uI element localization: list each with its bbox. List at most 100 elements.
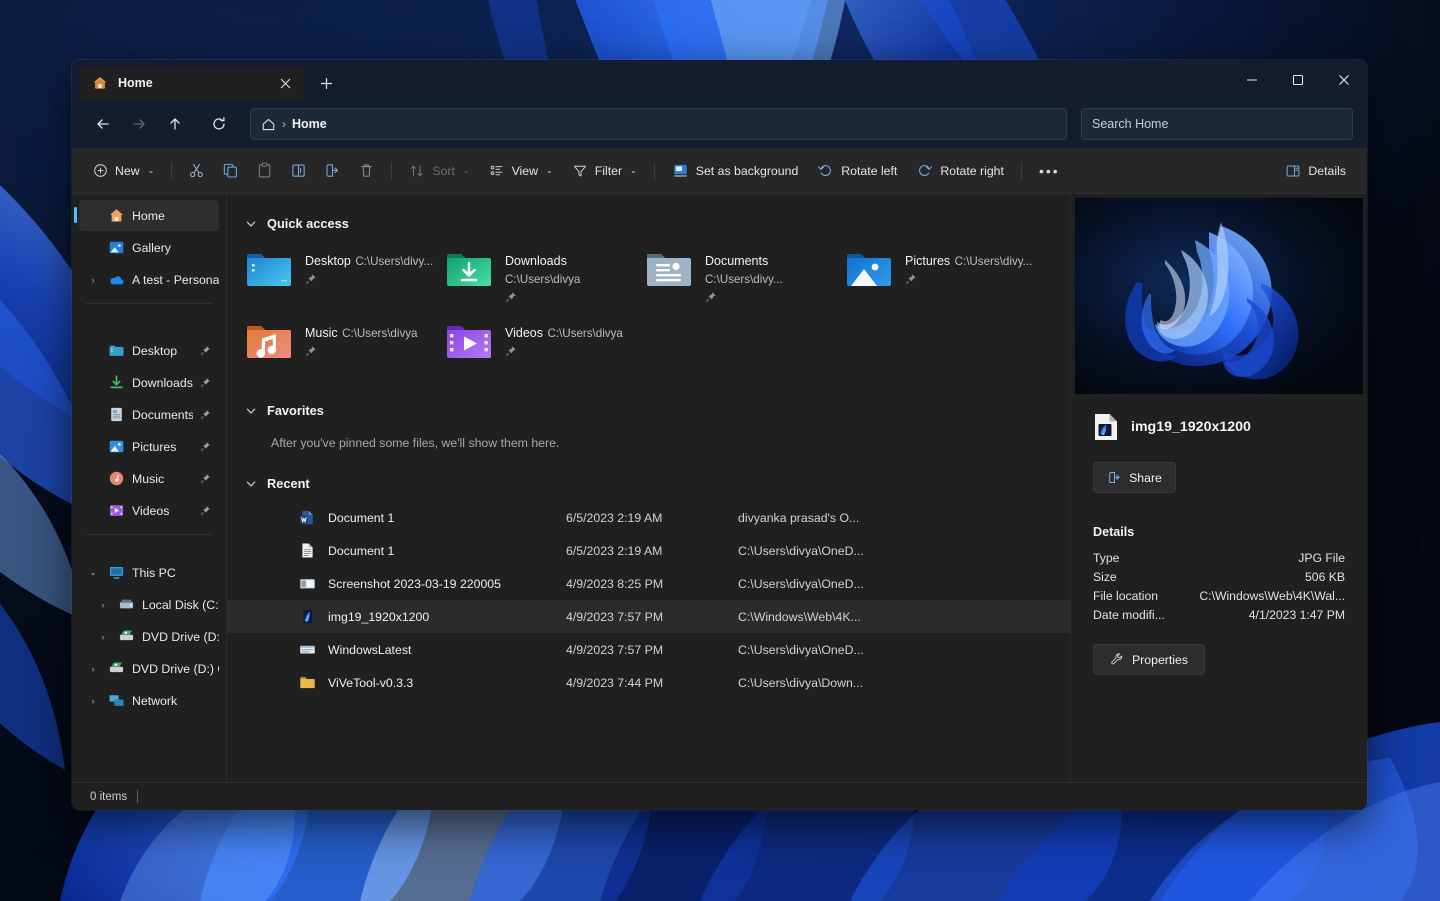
rotate-right-button[interactable]: Rotate right (907, 155, 1013, 187)
pin-icon[interactable] (200, 473, 211, 484)
home-icon (92, 75, 108, 91)
toolbar-divider-4 (1021, 162, 1022, 180)
sidebar-item-network[interactable]: › Network (79, 685, 219, 716)
image-file-icon (1093, 412, 1119, 442)
properties-button[interactable]: Properties (1093, 644, 1205, 675)
search-box[interactable] (1081, 108, 1353, 140)
sidebar-item-onedrive[interactable]: › A test - Personal (79, 264, 219, 295)
chevron-right-icon[interactable]: › (85, 275, 101, 285)
sidebar-item-label: DVD Drive (D:) CC (142, 630, 219, 644)
quick-access-item-music[interactable]: Music C:\Users\divya (245, 315, 445, 379)
rename-button[interactable] (282, 155, 315, 187)
filter-button[interactable]: Filter ⌄ (563, 155, 646, 187)
sort-button[interactable]: Sort ⌄ (400, 155, 478, 187)
search-input[interactable] (1092, 117, 1342, 131)
close-window-button[interactable] (1321, 60, 1367, 100)
refresh-icon[interactable] (202, 108, 236, 140)
sidebar-item-gallery[interactable]: Gallery (79, 232, 219, 263)
file-date: 4/9/2023 7:57 PM (566, 610, 738, 624)
chevron-down-icon[interactable] (245, 218, 257, 230)
pin-icon[interactable] (200, 345, 211, 356)
pin-icon[interactable] (200, 409, 211, 420)
delete-button[interactable] (350, 155, 383, 187)
pin-icon[interactable] (200, 377, 211, 388)
table-row[interactable]: WindowsLatest 4/9/2023 7:57 PM C:\Users\… (227, 633, 1070, 666)
recent-header[interactable]: Recent (227, 464, 1070, 499)
chevron-down-icon[interactable] (245, 478, 257, 490)
sidebar-item-this-pc[interactable]: ⌄ This PC (79, 557, 219, 588)
file-name: Document 1 (328, 511, 566, 525)
set-as-background-button[interactable]: Set as background (663, 155, 808, 187)
new-tab-button[interactable] (311, 68, 341, 98)
sidebar-item-videos[interactable]: Videos (79, 495, 219, 526)
chevron-right-icon[interactable]: › (95, 632, 111, 642)
rotate-left-button[interactable]: Rotate left (808, 155, 906, 187)
close-tab-icon[interactable] (273, 71, 297, 95)
cut-button[interactable] (180, 155, 213, 187)
new-button[interactable]: New ⌄ (84, 155, 163, 187)
forward-arrow-icon[interactable] (122, 108, 156, 140)
up-arrow-icon[interactable] (158, 108, 192, 140)
details-row: Date modifi... 4/1/2023 1:47 PM (1093, 608, 1345, 622)
quick-access-item-documents[interactable]: Documents C:\Users\divy... (645, 243, 845, 307)
pin-icon[interactable] (305, 273, 433, 285)
table-row[interactable]: Screenshot 2023-03-19 220005 4/9/2023 8:… (227, 567, 1070, 600)
sidebar-item-home[interactable]: Home (79, 200, 219, 231)
pin-icon[interactable] (305, 345, 418, 357)
chevron-right-icon[interactable]: › (85, 696, 101, 706)
quick-access-meta: Music C:\Users\divya (305, 321, 418, 357)
sidebar-item-dvd-drive-cc[interactable]: › DVD Drive (D:) CC (79, 621, 219, 652)
chevron-right-icon[interactable]: › (85, 664, 101, 674)
toolbar-divider-2 (391, 162, 392, 180)
more-options-button[interactable]: ••• (1030, 155, 1069, 187)
sidebar-item-music[interactable]: Music (79, 463, 219, 494)
table-row[interactable]: ViVeTool-v0.3.3 4/9/2023 7:44 PM C:\User… (227, 666, 1070, 699)
pin-icon[interactable] (505, 345, 623, 357)
pin-icon[interactable] (200, 505, 211, 516)
paste-button[interactable] (248, 155, 281, 187)
pin-icon[interactable] (705, 291, 845, 303)
sidebar-item-local-disk-c[interactable]: › Local Disk (C:) (79, 589, 219, 620)
quick-access-item-pictures[interactable]: Pictures C:\Users\divy... (845, 243, 1045, 307)
sidebar-item-label: DVD Drive (D:) CCC (132, 662, 219, 676)
pictures-icon (108, 438, 125, 455)
quick-access-item-videos[interactable]: Videos C:\Users\divya (445, 315, 645, 379)
window-body: Home Gallery › A test - Personal (72, 194, 1367, 782)
minimize-button[interactable] (1229, 60, 1275, 100)
table-row[interactable]: Document 1 6/5/2023 2:19 AM divyanka pra… (227, 501, 1070, 534)
quick-access-item-desktop[interactable]: Desktop C:\Users\divy... (245, 243, 445, 307)
table-row[interactable]: img19_1920x1200 4/9/2023 7:57 PM C:\Wind… (227, 600, 1070, 633)
details-file-name: img19_1920x1200 (1131, 419, 1251, 435)
details-row: Size 506 KB (1093, 570, 1345, 584)
pin-icon[interactable] (505, 291, 645, 303)
share-button[interactable]: Share (1093, 462, 1176, 493)
pin-icon[interactable] (905, 273, 1032, 285)
quick-access-item-downloads[interactable]: Downloads C:\Users\divya (445, 243, 645, 307)
quick-access-name: Desktop (305, 254, 351, 268)
chevron-right-icon[interactable]: › (95, 600, 111, 610)
chevron-down-icon[interactable]: ⌄ (85, 567, 101, 578)
filter-button-label: Filter (595, 164, 622, 178)
sidebar-item-desktop[interactable]: Desktop (79, 335, 219, 366)
maximize-button[interactable] (1275, 60, 1321, 100)
sidebar-item-downloads[interactable]: Downloads (79, 367, 219, 398)
pin-icon[interactable] (200, 441, 211, 452)
details-value: 4/1/2023 1:47 PM (1249, 608, 1345, 622)
status-bar: 0 items (72, 782, 1367, 810)
breadcrumb-home-icon[interactable] (261, 117, 276, 132)
table-row[interactable]: Document 1 6/5/2023 2:19 AM C:\Users\div… (227, 534, 1070, 567)
quick-access-header[interactable]: Quick access (227, 208, 1070, 239)
sidebar-item-documents[interactable]: Documents (79, 399, 219, 430)
view-button[interactable]: View ⌄ (480, 155, 562, 187)
back-arrow-icon[interactable] (86, 108, 120, 140)
sidebar-item-pictures[interactable]: Pictures (79, 431, 219, 462)
copy-button[interactable] (214, 155, 247, 187)
tab-home[interactable]: Home (80, 66, 305, 100)
breadcrumb[interactable]: › Home (250, 108, 1067, 140)
share-button[interactable] (316, 155, 349, 187)
recent-files-list: Document 1 6/5/2023 2:19 AM divyanka pra… (227, 499, 1070, 699)
details-pane-button[interactable]: Details (1276, 155, 1355, 187)
chevron-down-icon[interactable] (245, 405, 257, 417)
sidebar-item-dvd-drive-ccc[interactable]: › DVD Drive (D:) CCC (79, 653, 219, 684)
favorites-header[interactable]: Favorites (227, 385, 1070, 426)
